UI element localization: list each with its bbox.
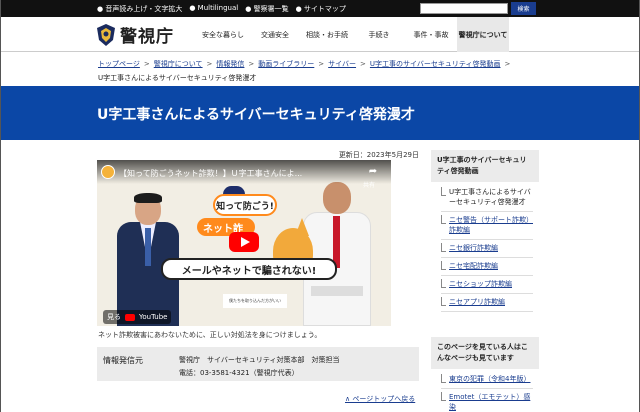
sidebar-item-fake-bank[interactable]: ニセ銀行詐欺編 — [441, 240, 533, 258]
youtube-video-embed[interactable]: 知って防ごう! ネット詐 メールやネットで騙されない! 僕たちを取り込んだ方がい… — [97, 160, 391, 326]
watch-on-youtube-button[interactable]: 見る YouTube — [103, 310, 172, 324]
sidebar-list: U字工事さんによるサイバーセキュリティ啓発漫才 ニセ警告（サポート詐欺）詐欺編 … — [431, 182, 539, 312]
youtube-label: YouTube — [139, 313, 168, 321]
channel-icon[interactable] — [101, 165, 115, 179]
breadcrumb-separator: > — [206, 60, 213, 68]
video-caption: 僕たちを取り込んだ方がいい — [223, 294, 287, 308]
comedian-right-belt — [311, 286, 363, 296]
global-nav: 安全な暮らし 交通安全 相談・お手続 手続き 事件・事故 警視庁について — [197, 17, 509, 52]
info-source-box: 情報発信元 警視庁 サイバーセキュリティ対策本部 対策担当 電話：03-3581… — [97, 347, 419, 381]
youtube-logo-icon — [125, 313, 135, 321]
breadcrumb-separator: > — [143, 60, 150, 68]
breadcrumb-separator: > — [360, 60, 366, 68]
sitemap-link[interactable]: ● サイトマップ — [296, 4, 346, 14]
sidebar-also-viewed: このページを見ている人はこんなページも見ています 東京の犯罪（令和4年版） Em… — [431, 337, 539, 412]
sidebar-item-tokyo-crime[interactable]: 東京の犯罪（令和4年版） — [441, 371, 533, 389]
police-emblem-icon — [97, 23, 115, 46]
breadcrumb: トップページ > 警視庁について > 情報発信 > 動画ライブラリー > サイバー > U字工事のサ… — [98, 57, 538, 85]
nav-about[interactable]: 警視庁について — [457, 17, 509, 52]
breadcrumb-video-library[interactable]: 動画ライブラリー — [258, 60, 314, 68]
sidebar-related-videos: U字工事のサイバーセキュリティ啓発動画 U字工事さんによるサイバーセキュリティ啓… — [431, 150, 539, 312]
sidebar-list-also-viewed: 東京の犯罪（令和4年版） Emotet（エモテット）感染 — [431, 369, 539, 412]
nav-traffic-safety[interactable]: 交通安全 — [249, 17, 301, 52]
title-banner: U字工事さんによるサイバーセキュリティ啓発漫才 — [1, 86, 639, 140]
play-button[interactable] — [229, 232, 259, 252]
sidebar-item-fake-app[interactable]: ニセアプリ詐欺編 — [441, 294, 533, 312]
breadcrumb-cyber[interactable]: サイバー — [328, 60, 356, 68]
site-logo[interactable]: 警視庁 — [96, 22, 174, 47]
watch-on-youtube: 見る YouTube — [97, 302, 187, 326]
page-frame: ● 音声読み上げ・文字拡大 ● Multilingual ● 警察署一覧 ● サ… — [0, 0, 640, 412]
read-aloud-link[interactable]: ● 音声読み上げ・文字拡大 — [97, 4, 182, 14]
multilingual-link[interactable]: ● Multilingual — [189, 4, 238, 14]
site-header: 警視庁 安全な暮らし 交通安全 相談・お手続 手続き 事件・事故 警視庁について — [1, 17, 639, 52]
nav-safe-living[interactable]: 安全な暮らし — [197, 17, 249, 52]
sidebar-heading-also-viewed: このページを見ている人はこんなページも見ています — [431, 337, 539, 369]
breadcrumb-about[interactable]: 警視庁について — [154, 60, 203, 68]
video-sign-top: 知って防ごう! — [213, 194, 277, 216]
utility-bar: ● 音声読み上げ・文字拡大 ● Multilingual ● 警察署一覧 ● サ… — [1, 0, 639, 17]
comedian-left-hair — [134, 193, 162, 203]
info-source-tel: 電話：03-3581-4321（警視庁代表） — [179, 369, 299, 377]
sidebar-item-emotet[interactable]: Emotet（エモテット）感染 — [441, 389, 533, 412]
updated-date: 更新日：2023年5月29日 — [338, 151, 419, 159]
watch-label: 見る — [107, 313, 121, 321]
breadcrumb-info[interactable]: 情報発信 — [216, 60, 244, 68]
sidebar-item-fake-delivery[interactable]: ニセ宅配詐欺編 — [441, 258, 533, 276]
breadcrumb-uji-videos[interactable]: U字工事のサイバーセキュリティ啓発動画 — [370, 60, 501, 68]
search-button[interactable]: 検索 — [511, 2, 536, 15]
info-source-label: 情報発信元 — [103, 356, 143, 365]
search-input[interactable] — [420, 3, 508, 14]
sidebar-heading: U字工事のサイバーセキュリティ啓発動画 — [431, 150, 539, 182]
sidebar-item-fake-warning[interactable]: ニセ警告（サポート詐欺）詐欺編 — [441, 212, 533, 240]
video-slogan: メールやネットで騙されない! — [161, 258, 337, 280]
comedian-left-tie — [145, 228, 151, 266]
nav-procedures[interactable]: 手続き — [353, 17, 405, 52]
share-label[interactable]: 共有 — [363, 180, 375, 189]
breadcrumb-current: U字工事さんによるサイバーセキュリティ啓発漫才 — [98, 74, 257, 82]
breadcrumb-top[interactable]: トップページ — [98, 60, 140, 68]
nav-incidents[interactable]: 事件・事故 — [405, 17, 457, 52]
comedian-right-head — [323, 182, 351, 214]
page-top-link[interactable]: ∧ ページトップへ戻る — [345, 394, 415, 404]
sidebar-item-fake-shop[interactable]: ニセショップ詐欺編 — [441, 276, 533, 294]
page-title: U字工事さんによるサイバーセキュリティ啓発漫才 — [97, 107, 415, 123]
video-title[interactable]: 【知って防ごうネット詐欺！】Ｕ字工事さんによ... — [119, 168, 302, 179]
nav-consultation[interactable]: 相談・お手続 — [301, 17, 353, 52]
video-description: ネット詐欺被害にあわないために、正しい対処法を身につけましょう。 — [98, 331, 322, 339]
breadcrumb-separator: > — [248, 60, 255, 68]
breadcrumb-separator: > — [504, 60, 511, 68]
police-station-list-link[interactable]: ● 警察署一覧 — [245, 4, 288, 14]
info-source-dept: 警視庁 サイバーセキュリティ対策本部 対策担当 — [179, 356, 340, 364]
breadcrumb-separator: > — [318, 60, 325, 68]
utility-links: ● 音声読み上げ・文字拡大 ● Multilingual ● 警察署一覧 ● サ… — [97, 4, 346, 14]
sidebar-item-current: U字工事さんによるサイバーセキュリティ啓発漫才 — [441, 184, 533, 212]
site-logo-text: 警視庁 — [120, 27, 174, 47]
